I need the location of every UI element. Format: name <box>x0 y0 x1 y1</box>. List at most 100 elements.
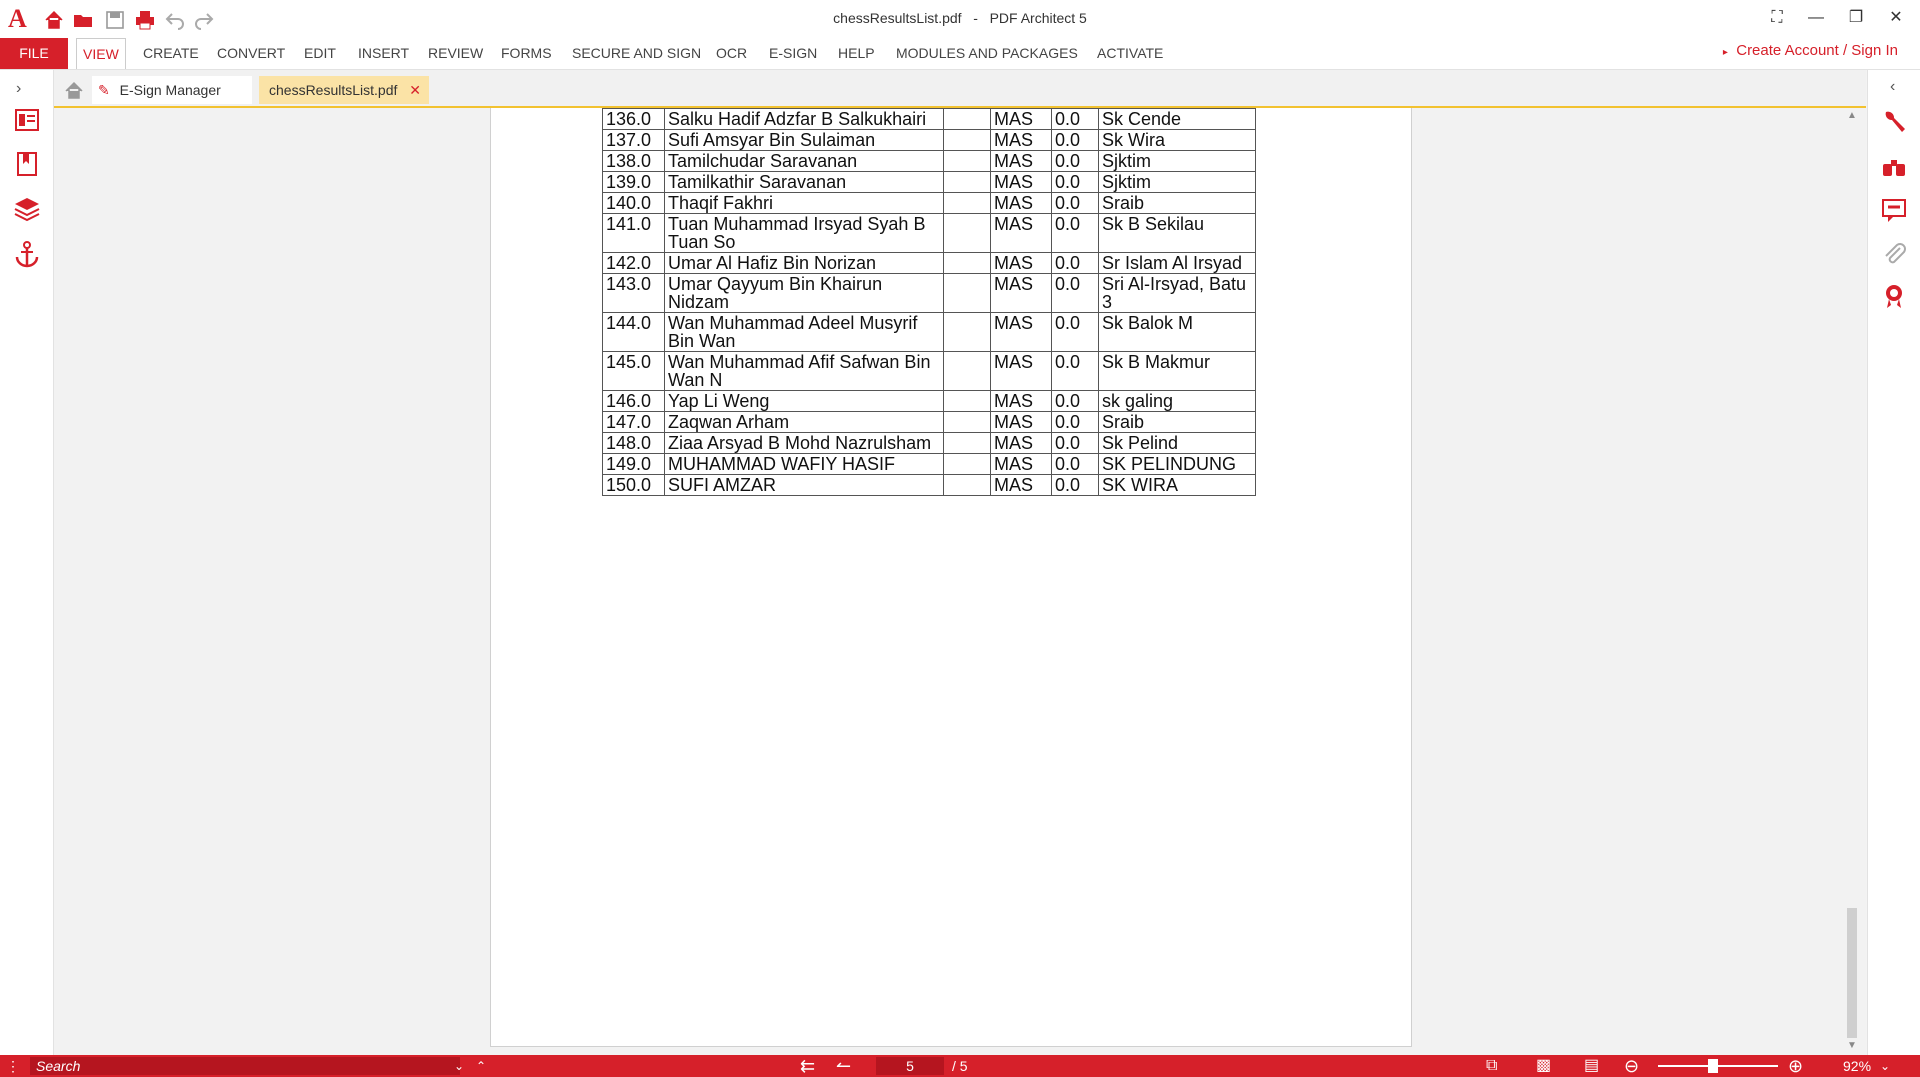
fit-page-icon[interactable]: ⧉ <box>1486 1055 1497 1077</box>
zoom-in-icon[interactable]: ⊕ <box>1788 1055 1803 1077</box>
previous-page-icon[interactable]: ↼ <box>836 1055 851 1077</box>
zoom-level[interactable]: 92% <box>1843 1055 1871 1077</box>
blank-cell <box>943 129 991 151</box>
bookmarks-icon[interactable] <box>13 150 41 178</box>
zoom-out-icon[interactable]: ⊖ <box>1624 1055 1639 1077</box>
menu-modules-and-packages[interactable]: MODULES AND PACKAGES <box>890 38 1084 69</box>
vertical-scrollbar[interactable]: ▲ ▼ <box>1845 108 1859 1053</box>
federation-cell: MAS <box>990 351 1052 391</box>
close-tab-icon[interactable]: ✕ <box>401 82 421 98</box>
rating-cell: 0.0 <box>1051 171 1099 193</box>
blank-cell <box>943 108 991 130</box>
tab-e-sign-manager[interactable]: ✎ E-Sign Manager <box>92 76 252 104</box>
federation-cell: MAS <box>990 453 1052 475</box>
menu-review[interactable]: REVIEW <box>422 38 489 69</box>
restore-button[interactable]: ❐ <box>1841 6 1871 30</box>
close-window-button[interactable]: ✕ <box>1881 6 1911 30</box>
total-pages: / 5 <box>952 1058 968 1074</box>
search-up-icon[interactable]: ⌃ <box>476 1055 486 1077</box>
left-sidebar: › <box>0 70 54 1055</box>
player-name-cell: Yap Li Weng <box>664 390 944 412</box>
rating-cell: 0.0 <box>1051 213 1099 253</box>
search-input[interactable]: Search <box>36 1057 80 1075</box>
create-account-label: Create Account / Sign In <box>1736 42 1898 59</box>
menu-e-sign[interactable]: E-SIGN <box>763 38 823 69</box>
table-row: 139.0 Tamilkathir Saravanan MAS 0.0 Sjktim <box>602 171 1256 193</box>
window-title-app: PDF Architect 5 <box>989 10 1087 26</box>
vertical-scrollbar-thumb[interactable] <box>1847 908 1857 1038</box>
zoom-dropdown-icon[interactable]: ⌄ <box>1880 1055 1890 1077</box>
federation-cell: MAS <box>990 171 1052 193</box>
table-row: 138.0 Tamilchudar Saravanan MAS 0.0 Sjktim <box>602 150 1256 172</box>
federation-cell: MAS <box>990 390 1052 412</box>
rank-cell: 139.0 <box>602 171 665 193</box>
menu-file[interactable]: FILE <box>0 38 68 69</box>
menu-forms[interactable]: FORMS <box>495 38 558 69</box>
club-cell: Sraib <box>1098 192 1256 214</box>
document-viewer[interactable]: 136.0 Salku Hadif Adzfar B Salkukhairi MAS… <box>54 108 1866 1055</box>
search-dropdown-icon[interactable]: ⌄ <box>454 1057 464 1075</box>
federation-cell: MAS <box>990 474 1052 496</box>
certificate-badge-icon[interactable] <box>1880 282 1908 310</box>
menu-help[interactable]: HELP <box>832 38 881 69</box>
actual-size-icon[interactable]: ▩ <box>1536 1055 1551 1077</box>
table-row: 143.0 Umar Qayyum Bin Khairun Nidzam MAS 0.… <box>602 273 1256 313</box>
rating-cell: 0.0 <box>1051 150 1099 172</box>
menu-ocr[interactable]: OCR <box>710 38 753 69</box>
minimize-button[interactable]: — <box>1801 6 1831 30</box>
scroll-up-arrow-icon[interactable]: ▲ <box>1847 110 1857 121</box>
page-number-input[interactable]: 5 <box>876 1057 944 1075</box>
first-page-icon[interactable]: ⇇ <box>800 1055 815 1077</box>
blank-cell <box>943 273 991 313</box>
create-account-link[interactable]: ▸ Create Account / Sign In <box>1723 40 1898 64</box>
player-name-cell: Thaqif Fakhri <box>664 192 944 214</box>
tab-e-sign-manager-label: E-Sign Manager <box>119 82 221 98</box>
rating-cell: 0.0 <box>1051 108 1099 130</box>
anchor-icon[interactable] <box>13 240 41 268</box>
blank-cell <box>943 351 991 391</box>
collapse-panel-chevron-icon[interactable]: ‹ <box>1890 78 1895 96</box>
page-thumbnails-icon[interactable] <box>13 106 41 134</box>
rank-cell: 136.0 <box>602 108 665 130</box>
window-title-separator: - <box>973 10 978 26</box>
player-name-cell: Tamilkathir Saravanan <box>664 171 944 193</box>
rating-cell: 0.0 <box>1051 129 1099 151</box>
rating-cell: 0.0 <box>1051 351 1099 391</box>
menu-edit[interactable]: EDIT <box>298 38 342 69</box>
layers-icon[interactable] <box>13 194 41 222</box>
ribbon-menu: FILE VIEW CREATE CONVERT EDIT INSERT REV… <box>0 38 1920 70</box>
federation-cell: MAS <box>990 273 1052 313</box>
club-cell: Sk Cende <box>1098 108 1256 130</box>
zoom-slider-thumb[interactable] <box>1708 1059 1719 1073</box>
comments-icon[interactable] <box>1880 196 1908 224</box>
menu-view[interactable]: VIEW <box>76 38 126 69</box>
club-cell: Sk Wira <box>1098 129 1256 151</box>
search-field[interactable]: Search ⌄ <box>30 1057 464 1075</box>
tab-chess-results-list[interactable]: chessResultsList.pdf ✕ <box>259 76 429 104</box>
federation-cell: MAS <box>990 411 1052 433</box>
home-tab-icon[interactable] <box>62 76 86 104</box>
club-cell: Sr Islam Al Irsyad <box>1098 252 1256 274</box>
menu-activate[interactable]: ACTIVATE <box>1091 38 1169 69</box>
menu-secure-and-sign[interactable]: SECURE AND SIGN <box>566 38 707 69</box>
club-cell: Sri Al-Irsyad, Batu 3 <box>1098 273 1256 313</box>
menu-insert[interactable]: INSERT <box>352 38 415 69</box>
attachment-paperclip-icon[interactable] <box>1880 240 1908 268</box>
scroll-down-arrow-icon[interactable]: ▼ <box>1847 1040 1857 1051</box>
menu-create[interactable]: CREATE <box>137 38 205 69</box>
single-page-view-icon[interactable]: ▤ <box>1584 1055 1599 1077</box>
blank-cell <box>943 252 991 274</box>
status-bar: ⋮ Search ⌄ ⌃ ⇇ ↼ 5 / 5 ⧉ ▩ ▤ ⊖ ⊕ 92% ⌄ <box>0 1055 1920 1077</box>
club-cell: Sk Balok M <box>1098 312 1256 352</box>
federation-cell: MAS <box>990 150 1052 172</box>
club-cell: Sk B Makmur <box>1098 351 1256 391</box>
club-cell: Sjktim <box>1098 150 1256 172</box>
binoculars-icon[interactable] <box>1880 152 1908 180</box>
expand-sidebar-chevron-icon[interactable]: › <box>16 80 21 98</box>
fullscreen-button[interactable]: ⛶ <box>1762 6 1792 30</box>
rank-cell: 145.0 <box>602 351 665 391</box>
tools-wrench-icon[interactable] <box>1880 108 1908 136</box>
menu-convert[interactable]: CONVERT <box>211 38 291 69</box>
federation-cell: MAS <box>990 312 1052 352</box>
rating-cell: 0.0 <box>1051 312 1099 352</box>
